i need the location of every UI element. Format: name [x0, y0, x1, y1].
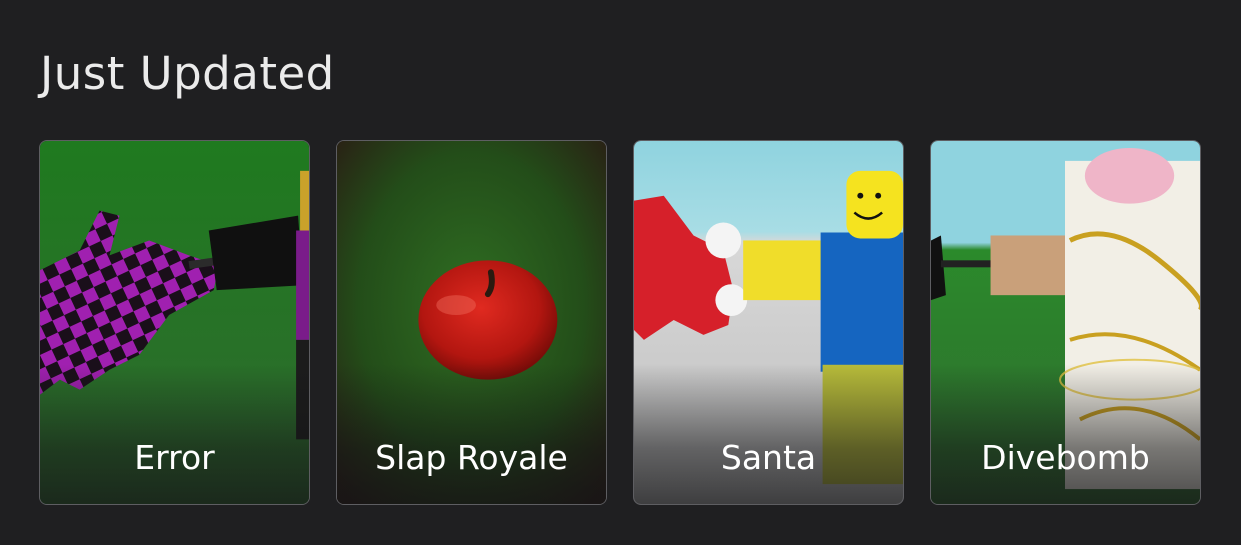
card-title: Divebomb [981, 438, 1150, 477]
card-title: Error [134, 438, 215, 477]
game-card-divebomb[interactable]: Divebomb [930, 140, 1201, 505]
card-row: Error Slap Royale Santa Divebomb [39, 140, 1204, 508]
card-shade [931, 364, 1200, 504]
game-card-error[interactable]: Error [39, 140, 310, 505]
game-card-santa[interactable]: Santa [633, 140, 904, 505]
card-shade [634, 364, 903, 504]
game-card-slap-royale[interactable]: Slap Royale [336, 140, 607, 505]
section-title: Just Updated [40, 47, 335, 100]
card-title: Slap Royale [375, 438, 568, 477]
card-shade [40, 364, 309, 504]
just-updated-section: Just Updated Error Slap Royale Santa Div… [0, 0, 1241, 545]
card-title: Santa [720, 438, 817, 477]
card-shade [337, 364, 606, 504]
